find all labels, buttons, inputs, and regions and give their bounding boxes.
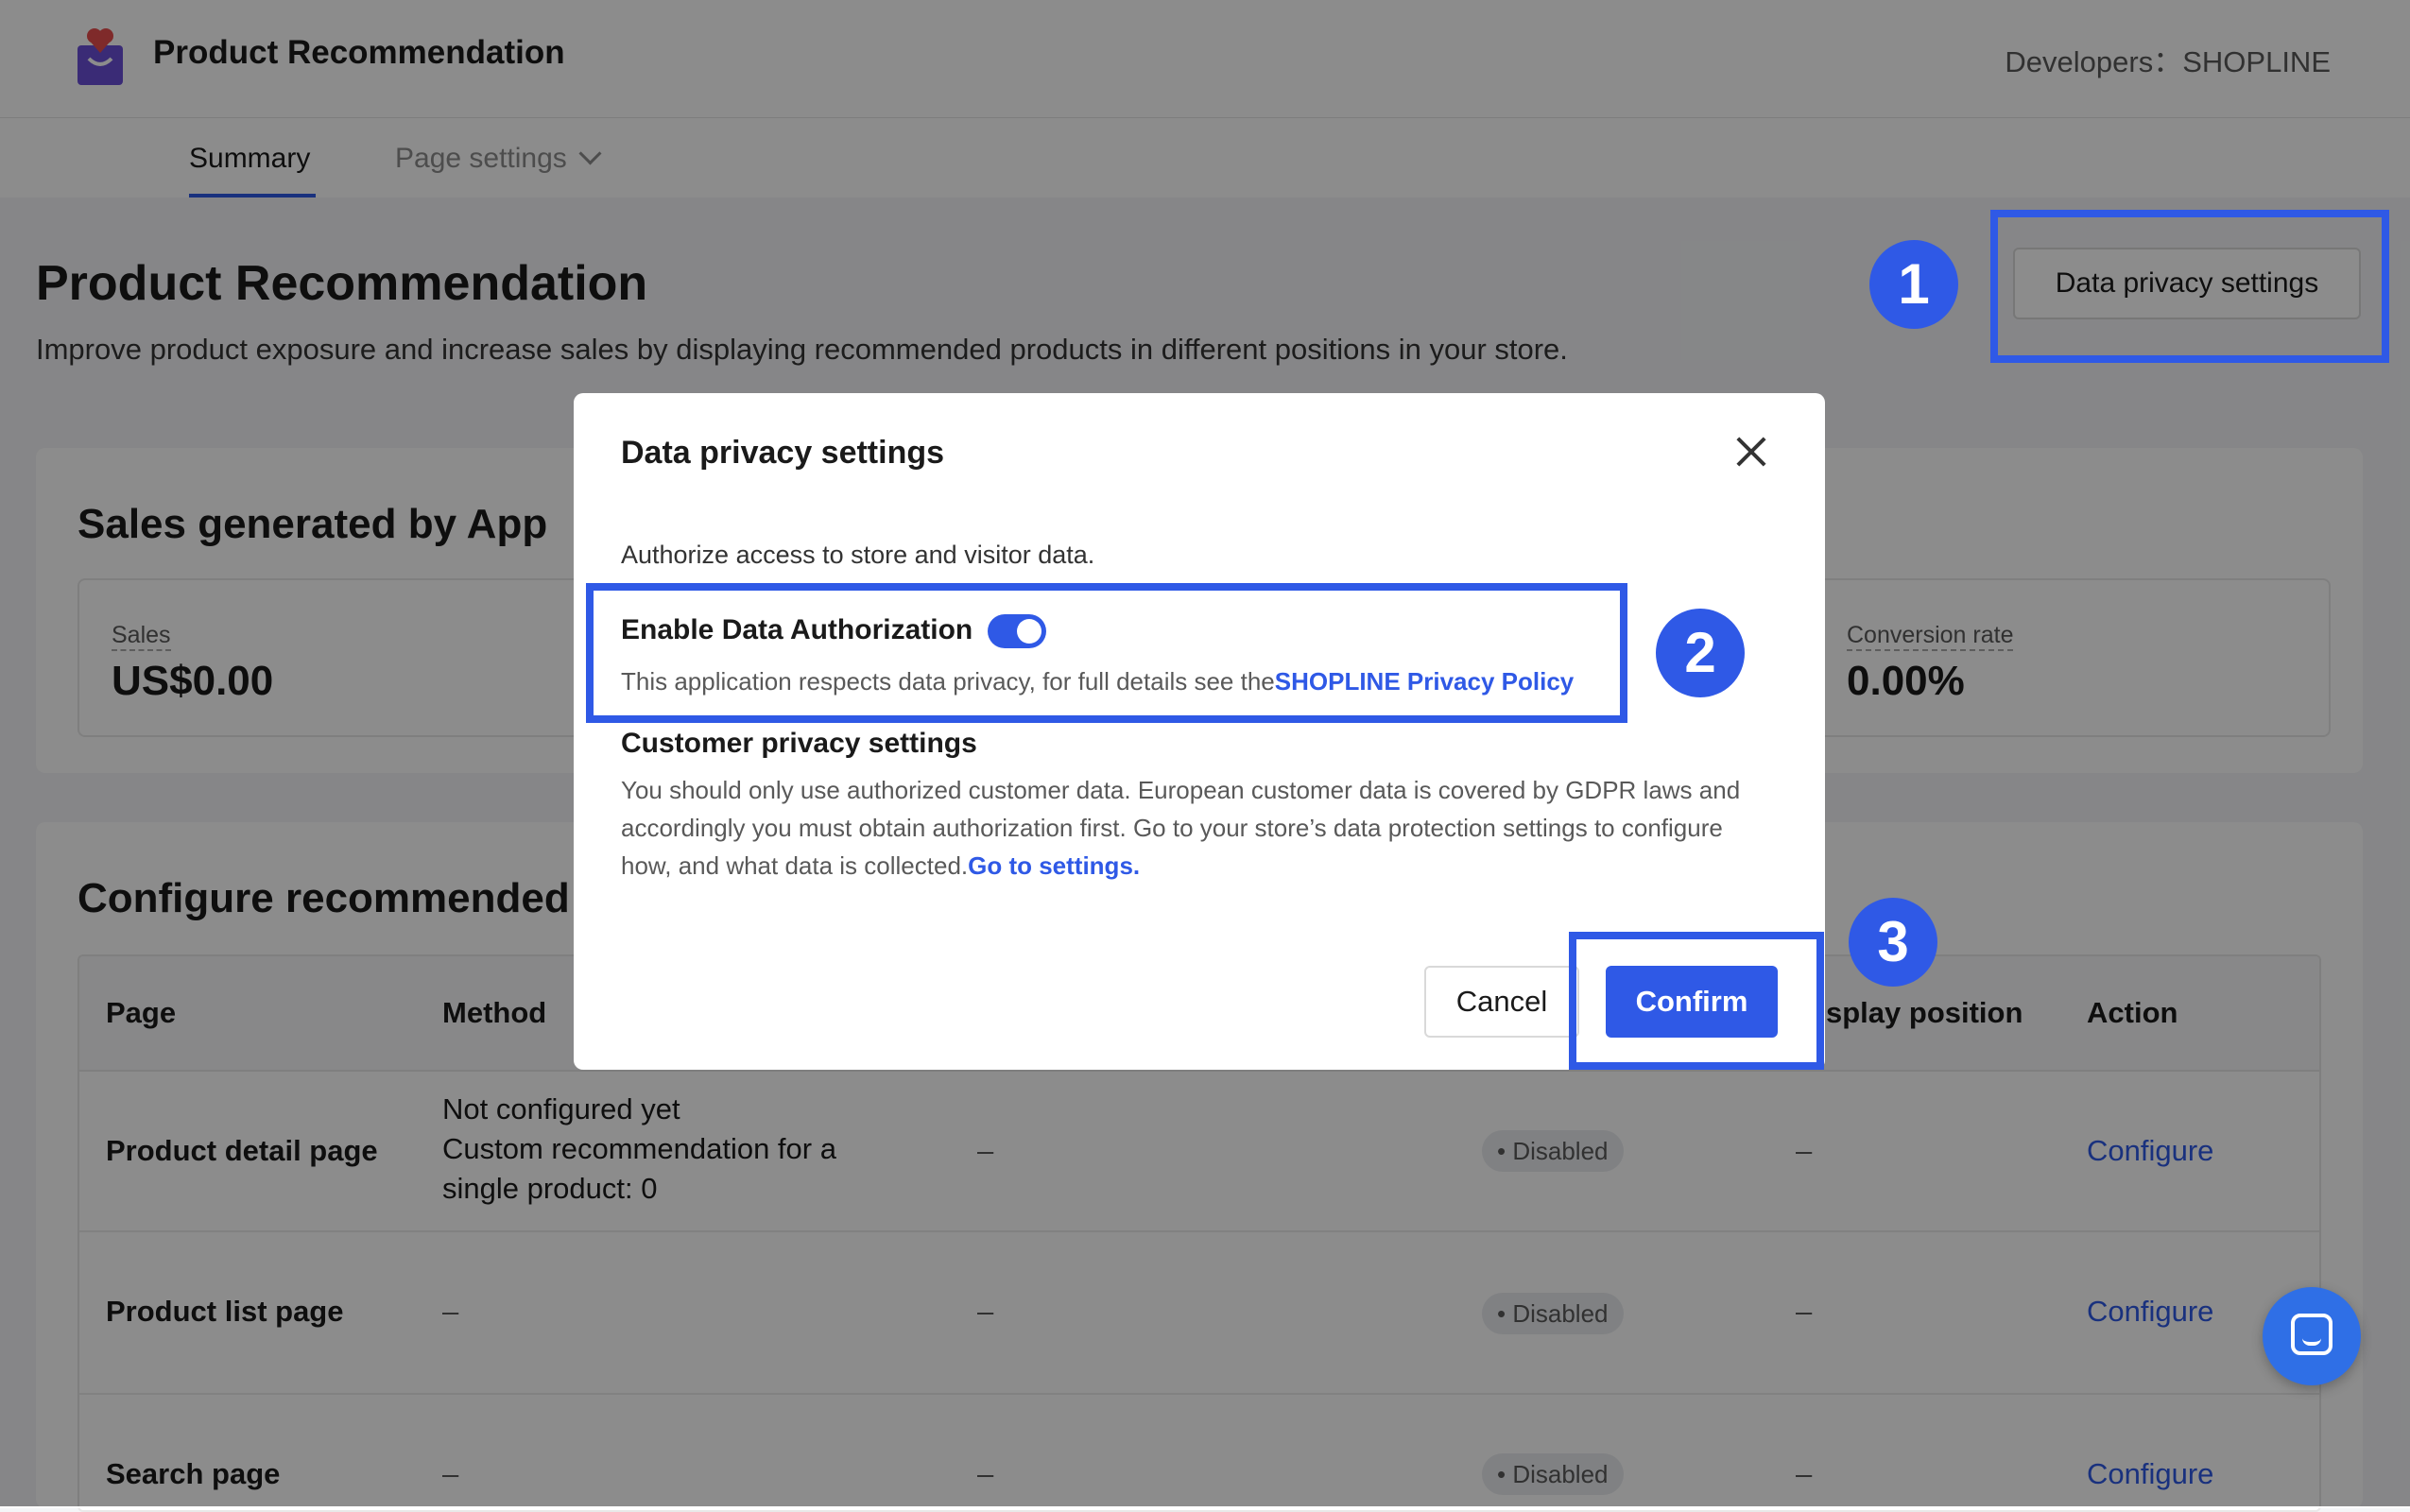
customer-privacy-text: You should only use authorized customer … xyxy=(621,771,1764,885)
annotation-highlight-1 xyxy=(1990,210,2389,363)
annotation-highlight-2 xyxy=(586,583,1627,723)
modal-title: Data privacy settings xyxy=(621,435,945,471)
annotation-badge-2: 2 xyxy=(1656,609,1745,697)
modal-subtitle: Authorize access to store and visitor da… xyxy=(621,541,1095,569)
customer-privacy-title: Customer privacy settings xyxy=(621,728,977,759)
chat-launcher-button[interactable] xyxy=(2263,1287,2361,1385)
customer-privacy-body: You should only use authorized customer … xyxy=(621,776,1741,880)
annotation-badge-1: 1 xyxy=(1869,240,1958,329)
chat-icon xyxy=(2291,1314,2333,1355)
close-icon[interactable] xyxy=(1730,431,1772,472)
cancel-button[interactable]: Cancel xyxy=(1424,966,1579,1038)
annotation-highlight-3 xyxy=(1569,932,1824,1070)
annotation-badge-3: 3 xyxy=(1849,898,1937,987)
go-to-settings-link[interactable]: Go to settings. xyxy=(968,851,1140,880)
